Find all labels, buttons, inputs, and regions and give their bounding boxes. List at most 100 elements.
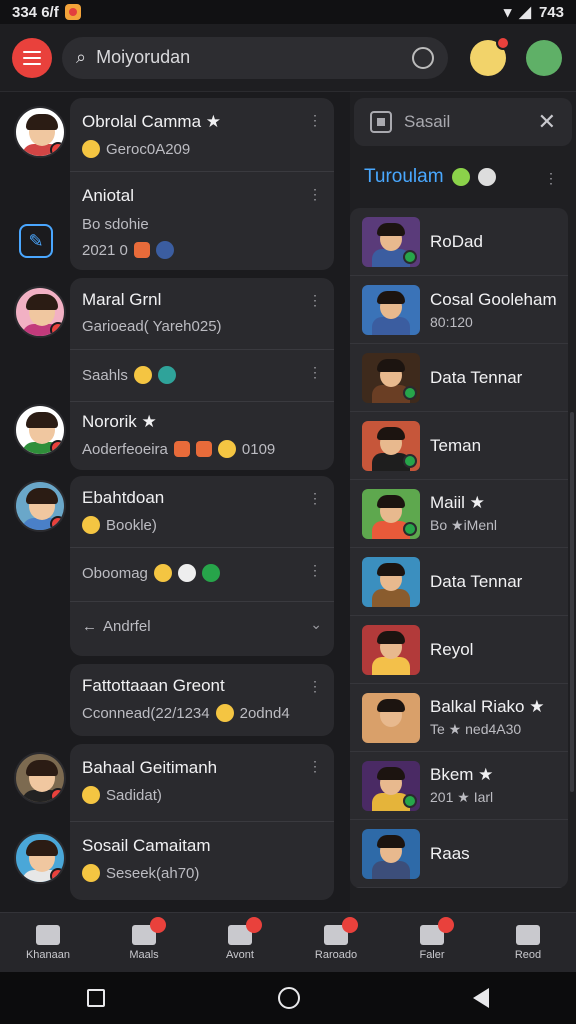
chat-preview: Seseek(ah70): [106, 864, 200, 882]
avatar[interactable]: [14, 480, 66, 532]
more-icon[interactable]: ⋮: [308, 292, 322, 309]
square-icon: [370, 111, 392, 133]
list-item[interactable]: Balkal Riako ★ Te ★ ned4A30: [350, 684, 568, 752]
battery-level: 743: [538, 3, 564, 21]
more-icon[interactable]: ⋮: [308, 364, 322, 381]
system-nav: [0, 972, 576, 1024]
chat-preview: Sadidat): [106, 786, 162, 804]
more-icon[interactable]: ⋮: [544, 170, 558, 187]
back-button[interactable]: [473, 988, 490, 1008]
side-panel: Sasail ✕ Turoulam ⋮ RoDad Cosal Gooleham…: [350, 92, 576, 912]
chat-row[interactable]: ← Andrfel ⌄: [70, 602, 334, 656]
profile-icon: [516, 924, 540, 945]
more-icon[interactable]: ⋮: [308, 678, 322, 695]
notification-icon: [64, 4, 81, 20]
nav-events[interactable]: Avont: [200, 916, 280, 961]
status-bar: 334 6/f ▾ ◢ 743: [0, 0, 576, 24]
chat-title: Ebahtdoan: [82, 488, 165, 507]
nav-profile[interactable]: Reod: [488, 924, 568, 961]
avatar[interactable]: [14, 286, 66, 338]
more-icon[interactable]: ⋮: [308, 758, 322, 775]
search-input[interactable]: ⌕ Moiyorudan: [62, 36, 448, 79]
chat-preview: Cconnead(22/1234: [82, 704, 210, 722]
chat-date: 2odnd4: [239, 704, 290, 722]
profile-avatar[interactable]: [470, 36, 510, 76]
wifi-icon: ▾: [503, 4, 512, 21]
avatar[interactable]: [14, 752, 66, 804]
chat-row[interactable]: Saahls ⋮: [70, 350, 334, 402]
list-item[interactable]: Data Tennar: [350, 344, 568, 412]
compose-button[interactable]: ✎: [19, 224, 53, 258]
chat-title: Obrolal Camma ★: [82, 112, 221, 131]
scrollbar[interactable]: [570, 412, 574, 792]
chat-date: 0109: [241, 440, 276, 458]
recents-button[interactable]: [86, 989, 105, 1007]
panel-header-label: Sasail: [404, 112, 451, 131]
chat-row[interactable]: Aniotal Bo sdohie 2021 0 ⋮: [70, 172, 334, 270]
chat-row[interactable]: Bahaal Geitimanh Sadidat) ⋮: [70, 744, 334, 822]
list-item[interactable]: Teman: [350, 412, 568, 480]
chat-title: Maral Grnl: [82, 290, 162, 309]
chat-card: Maral Grnl Garioead( Yareh025) ⋮ Saahls …: [70, 278, 334, 470]
chat-title: Aniotal: [82, 186, 134, 205]
chat-card: Ebahtdoan Bookle) ⋮ Oboomag ⋮ ← Andrfel ⌄: [70, 476, 334, 656]
more-icon[interactable]: ⋮: [308, 112, 322, 129]
voice-icon[interactable]: [412, 46, 434, 69]
nav-messages[interactable]: Maals: [104, 916, 184, 961]
panel-title: Turoulam ⋮: [364, 166, 558, 188]
signal-icon: ◢: [519, 4, 531, 21]
chat-title: Bahaal Geitimanh: [82, 758, 218, 777]
bottom-nav: Khanaan Maals Avont Raroado Faler Reod: [0, 912, 576, 972]
top-bar: ⌕ Moiyorudan: [0, 24, 576, 92]
status-time: 334 6/f: [12, 3, 59, 21]
chat-row[interactable]: Fattottaaan Greont Cconnead(22/1234 2odnd…: [70, 664, 334, 736]
list-item[interactable]: Bkem ★ 201 ★ Iarl: [350, 752, 568, 820]
chat-card: Fattottaaan Greont Cconnead(22/1234 2odnd…: [70, 664, 334, 736]
chat-row[interactable]: Nororik ★ Aoderfeoeira 0109: [70, 402, 334, 470]
chat-preview: Bookle): [106, 516, 157, 534]
avatar[interactable]: [14, 832, 66, 884]
chat-preview: Garioead( Yareh025): [82, 318, 222, 335]
account-avatar[interactable]: [526, 40, 562, 76]
back-arrow-icon: ←: [82, 618, 97, 635]
list-item[interactable]: Cosal Gooleham 80:120: [350, 276, 568, 344]
chat-title: Nororik ★: [82, 412, 157, 431]
close-icon[interactable]: ✕: [538, 109, 556, 135]
list-item[interactable]: Reyol: [350, 616, 568, 684]
chat-title: Fattottaaan Greont: [82, 676, 225, 695]
chat-date: 2021 0: [82, 241, 128, 259]
nav-groups[interactable]: Raroado: [296, 916, 376, 961]
search-value: Moiyorudan: [96, 47, 191, 67]
search-icon: ⌕: [76, 47, 87, 67]
panel-header: Sasail ✕: [354, 98, 572, 146]
chat-title: Saahls: [82, 366, 128, 384]
chat-card: Obrolal Camma ★ Geroc0A209 ⋮ Aniotal Bo …: [70, 98, 334, 270]
chat-preview: Aoderfeoeira: [82, 440, 168, 458]
chat-row[interactable]: Sosail Camaitam Seseek(ah70): [70, 822, 334, 900]
chat-card: Bahaal Geitimanh Sadidat) ⋮ Sosail Camai…: [70, 744, 334, 900]
contact-list: RoDad Cosal Gooleham 80:120 Data Tennar T…: [350, 208, 568, 888]
nav-files[interactable]: Faler: [392, 916, 472, 961]
more-icon[interactable]: ⋮: [308, 186, 322, 203]
chat-row[interactable]: Maral Grnl Garioead( Yareh025) ⋮: [70, 278, 334, 350]
more-icon[interactable]: ⋮: [308, 490, 322, 507]
chat-preview: Bo sdohie: [82, 216, 149, 233]
list-item[interactable]: Raas: [350, 820, 568, 888]
chat-row[interactable]: Ebahtdoan Bookle) ⋮: [70, 476, 334, 548]
chat-list: ✎ Obrolal Camma ★ Geroc0A209 ⋮ Aniotal B…: [0, 92, 345, 912]
nav-home[interactable]: Khanaan: [8, 924, 88, 961]
avatar[interactable]: [14, 404, 66, 456]
avatar[interactable]: [14, 106, 66, 158]
list-item[interactable]: Maiil ★ Bo ★iMenl: [350, 480, 568, 548]
chat-title: Sosail Camaitam: [82, 836, 211, 855]
chat-row[interactable]: Oboomag ⋮: [70, 548, 334, 602]
menu-button[interactable]: [12, 37, 52, 78]
home-button[interactable]: [277, 987, 300, 1009]
chat-preview: Geroc0A209: [106, 140, 191, 158]
chat-row[interactable]: Obrolal Camma ★ Geroc0A209 ⋮: [70, 98, 334, 172]
chevron-down-icon[interactable]: ⌄: [310, 616, 322, 633]
home-icon: [36, 924, 60, 945]
list-item[interactable]: RoDad: [350, 208, 568, 276]
list-item[interactable]: Data Tennar: [350, 548, 568, 616]
more-icon[interactable]: ⋮: [308, 562, 322, 579]
